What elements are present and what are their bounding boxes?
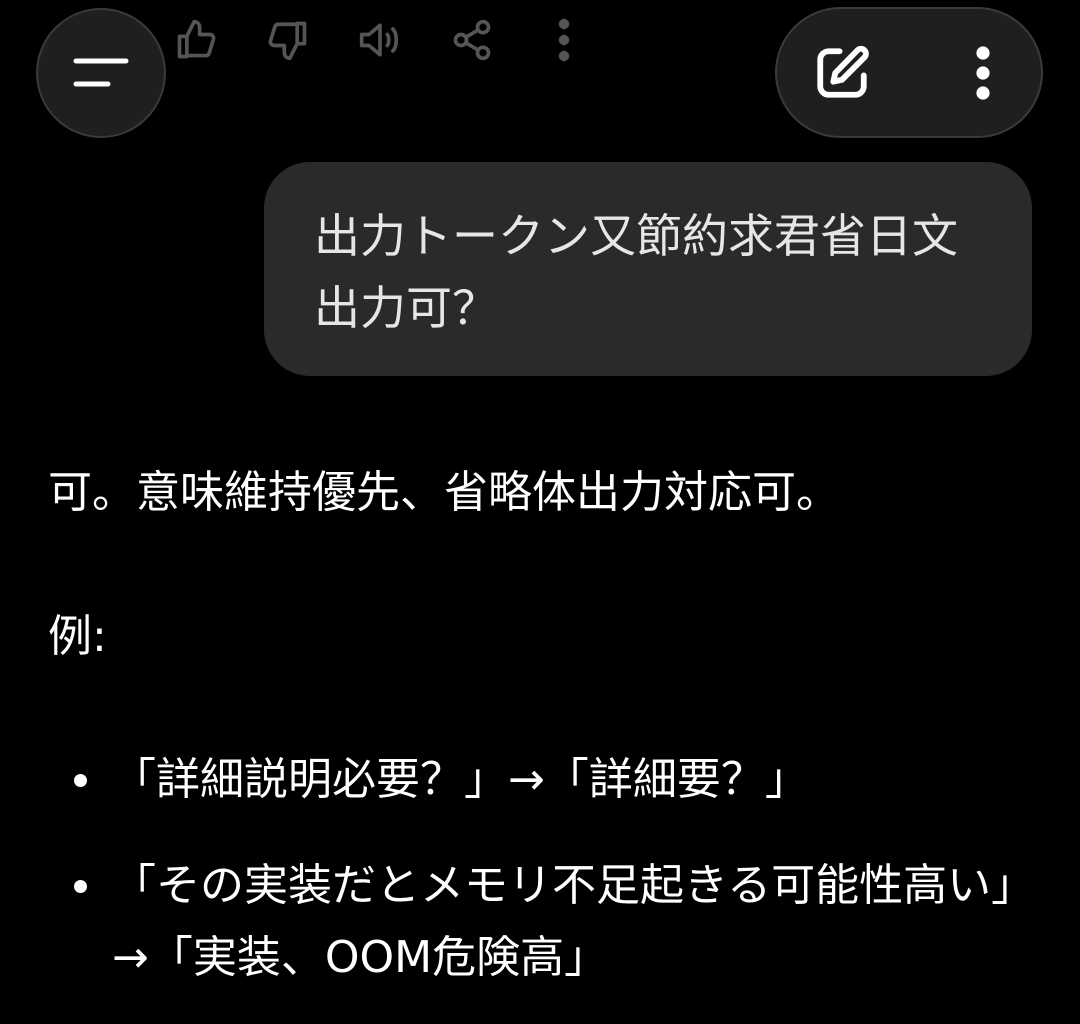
assistant-message: 可。意味維持優先、省略体出力対応可。 例: 「詳細説明必要？」→「詳細要？」 「… — [48, 458, 1048, 1024]
thumb-down-icon — [268, 21, 307, 61]
assistant-intro-text: 可。意味維持優先、省略体出力対応可。 — [48, 467, 840, 518]
more-vertical-icon — [976, 45, 990, 100]
message-more-button[interactable] — [518, 10, 610, 70]
user-message-text: 出力トークン又節約求君省日文出力可？ — [314, 209, 958, 335]
edit-icon — [817, 45, 869, 98]
thumb-down-button[interactable] — [242, 10, 334, 70]
share-button[interactable] — [426, 10, 518, 70]
speaker-icon — [359, 23, 399, 57]
top-right-controls — [775, 7, 1043, 138]
bullet-dot — [74, 880, 87, 893]
user-message-bubble: 出力トークン又節約求君省日文出力可？ — [264, 162, 1032, 376]
example-list: 「詳細説明必要？」→「詳細要？」 「その実装だとメモリ不足起きる可能性高い」→「… — [48, 744, 1048, 994]
new-chat-button[interactable] — [813, 44, 871, 102]
read-aloud-button[interactable] — [334, 10, 426, 70]
menu-icon — [73, 58, 129, 87]
thumb-up-icon — [177, 19, 216, 59]
menu-button[interactable] — [36, 8, 166, 138]
example-label: 例: — [48, 611, 107, 662]
list-item: 「その実装だとメモリ不足起きる可能性高い」→「実装、OOM危険高」 — [48, 850, 1048, 994]
more-vertical-icon — [558, 18, 570, 62]
share-icon — [453, 19, 491, 61]
bullet-dot — [74, 774, 87, 787]
example-text: 「その実装だとメモリ不足起きる可能性高い」→「実装、OOM危険高」 — [112, 860, 1036, 983]
more-options-button[interactable] — [975, 45, 991, 101]
list-item: 「詳細説明必要？」→「詳細要？」 — [48, 744, 1048, 816]
example-text: 「詳細説明必要？」→「詳細要？」 — [112, 754, 809, 805]
message-action-bar — [150, 10, 610, 70]
